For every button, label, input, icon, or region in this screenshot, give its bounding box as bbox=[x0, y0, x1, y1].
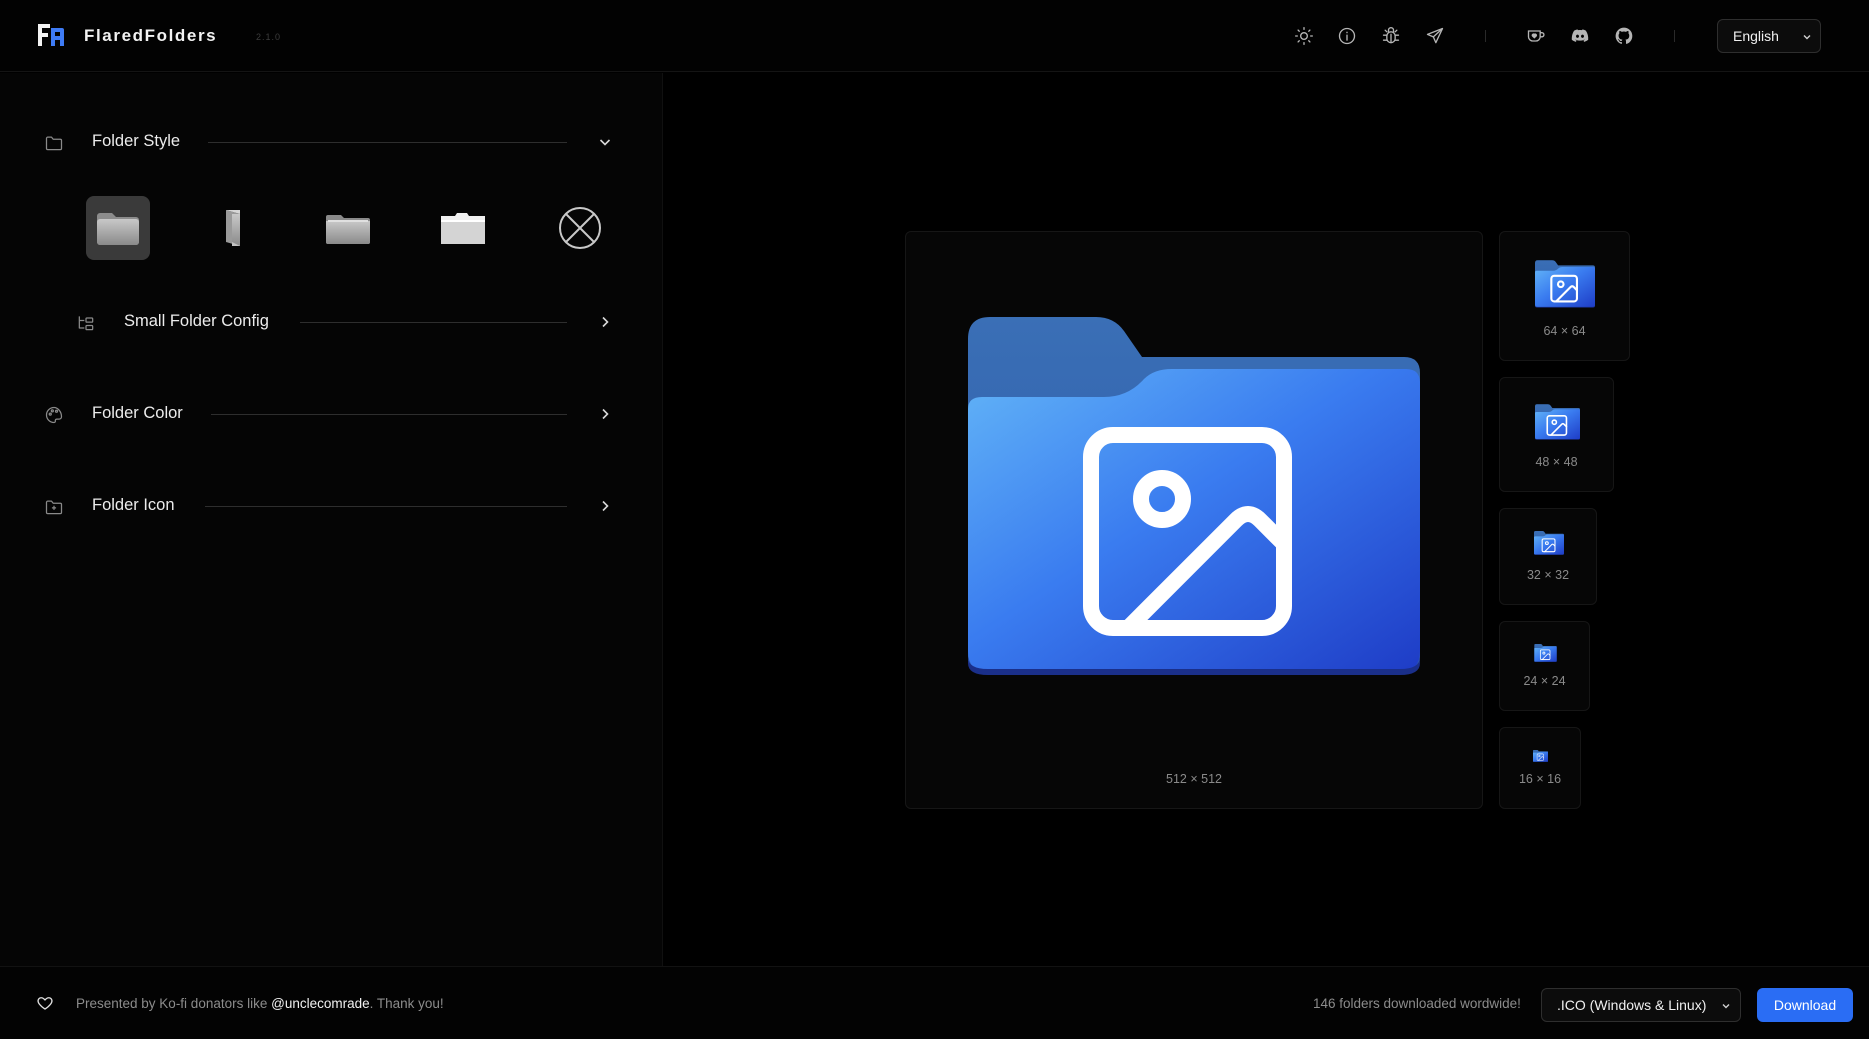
tabbed-folder-icon bbox=[441, 213, 485, 244]
folder-image-icon bbox=[1534, 644, 1557, 662]
preview-32[interactable]: 32 × 32 bbox=[1499, 508, 1597, 605]
chevron-down-icon[interactable] bbox=[597, 134, 613, 150]
app-logo[interactable] bbox=[38, 24, 64, 46]
download-button[interactable]: Download bbox=[1757, 988, 1853, 1022]
folder-style-label: Folder Style bbox=[92, 132, 181, 150]
folder-image-icon bbox=[1535, 260, 1595, 308]
close-circle-icon bbox=[559, 207, 601, 249]
sidebar: Folder Style Small Folder Config Folder … bbox=[0, 73, 663, 966]
preview-24[interactable]: 24 × 24 bbox=[1499, 621, 1590, 711]
chevron-down-icon bbox=[1803, 35, 1811, 40]
app-version: 2.1.0 bbox=[256, 32, 282, 42]
preview-size-label: 512 × 512 bbox=[1166, 772, 1222, 786]
format-select[interactable]: .ICO (Windows & Linux) bbox=[1541, 988, 1741, 1022]
donor-link[interactable]: @unclecomrade bbox=[271, 996, 370, 1011]
small-folder-config-label: Small Folder Config bbox=[124, 312, 269, 330]
chevron-right-icon[interactable] bbox=[597, 498, 613, 514]
small-folder-config-section[interactable]: Small Folder Config bbox=[0, 302, 663, 342]
folder-image-icon bbox=[1534, 531, 1564, 555]
info-icon[interactable] bbox=[1337, 26, 1357, 46]
app-name: FlaredFolders bbox=[84, 26, 218, 45]
github-icon[interactable] bbox=[1614, 26, 1634, 46]
folder-image-icon bbox=[1533, 750, 1548, 762]
folder-image-icon bbox=[968, 317, 1420, 677]
preview-64[interactable]: 64 × 64 bbox=[1499, 231, 1630, 361]
format-value: .ICO (Windows & Linux) bbox=[1557, 997, 1707, 1013]
credits-text: Presented by Ko-fi donators like @unclec… bbox=[76, 996, 444, 1011]
credits-prefix: Presented by Ko-fi donators like bbox=[76, 996, 272, 1011]
folder-color-section[interactable]: Folder Color bbox=[0, 394, 663, 434]
header-divider bbox=[1485, 30, 1486, 42]
style-option-none[interactable] bbox=[548, 196, 612, 260]
preview-48[interactable]: 48 × 48 bbox=[1499, 377, 1614, 492]
section-divider bbox=[300, 322, 567, 323]
section-divider bbox=[205, 506, 567, 507]
header-divider bbox=[1674, 30, 1675, 42]
credits-suffix: . Thank you! bbox=[369, 996, 444, 1011]
chevron-right-icon[interactable] bbox=[597, 314, 613, 330]
flat-folder-icon bbox=[326, 215, 370, 244]
send-icon[interactable] bbox=[1425, 26, 1445, 46]
win11-folder-icon bbox=[97, 213, 139, 245]
folder-icon-label: Folder Icon bbox=[92, 496, 175, 514]
folder-icon bbox=[44, 133, 64, 153]
preview-512[interactable]: 512 × 512 bbox=[905, 231, 1483, 809]
style-option-flat[interactable] bbox=[316, 196, 380, 260]
style-option-open[interactable] bbox=[202, 196, 266, 260]
chevron-right-icon[interactable] bbox=[597, 406, 613, 422]
download-count: 146 folders downloaded wordwide! bbox=[1313, 996, 1521, 1011]
preview-16[interactable]: 16 × 16 bbox=[1499, 727, 1581, 809]
language-select[interactable]: English bbox=[1717, 19, 1821, 53]
section-divider bbox=[208, 142, 567, 143]
style-option-win11[interactable] bbox=[86, 196, 150, 260]
language-value: English bbox=[1733, 28, 1779, 44]
folder-plus-icon bbox=[44, 497, 64, 517]
folder-style-section[interactable]: Folder Style bbox=[0, 122, 663, 162]
folder-color-label: Folder Color bbox=[92, 404, 183, 422]
preview-size-label: 64 × 64 bbox=[1543, 324, 1586, 338]
section-divider bbox=[211, 414, 567, 415]
discord-icon[interactable] bbox=[1570, 26, 1590, 46]
footer: Presented by Ko-fi donators like @unclec… bbox=[0, 966, 1869, 1039]
chevron-down-icon bbox=[1722, 1004, 1730, 1009]
folder-image-icon bbox=[1535, 404, 1580, 440]
style-option-tabbed[interactable] bbox=[431, 196, 495, 260]
folder-icon-section[interactable]: Folder Icon bbox=[0, 486, 663, 526]
kofi-icon[interactable] bbox=[1526, 26, 1546, 46]
preview-size-label: 32 × 32 bbox=[1526, 568, 1570, 582]
preview-size-label: 16 × 16 bbox=[1518, 772, 1562, 786]
sun-icon[interactable] bbox=[1294, 26, 1314, 46]
tree-icon bbox=[76, 313, 96, 333]
preview-size-label: 48 × 48 bbox=[1535, 455, 1578, 469]
palette-icon bbox=[44, 405, 64, 425]
folder-style-options bbox=[86, 196, 626, 262]
heart-icon bbox=[36, 994, 54, 1012]
preview-size-label: 24 × 24 bbox=[1523, 674, 1566, 688]
open-side-folder-icon bbox=[226, 210, 240, 246]
bug-icon[interactable] bbox=[1381, 26, 1401, 46]
app-header: FlaredFolders 2.1.0 English bbox=[0, 0, 1869, 72]
